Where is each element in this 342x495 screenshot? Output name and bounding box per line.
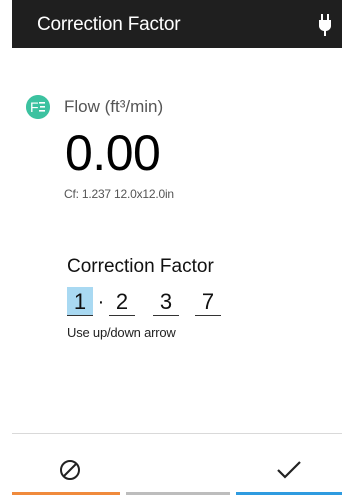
confirm-button[interactable]: [236, 434, 342, 495]
flow-label: Flow (ft³/min): [64, 97, 164, 116]
digit-4[interactable]: 7: [195, 287, 221, 316]
checkmark-icon: [277, 461, 301, 479]
correction-factor-title: Correction Factor: [67, 256, 214, 277]
correction-factor-info: Cf: 1.237 12.0x12.0in: [64, 187, 174, 201]
cancel-icon: [60, 460, 80, 480]
digit-1-selected[interactable]: 1: [67, 287, 93, 316]
correction-factor-screen: Correction Factor F Flow (ft³/min) 0.00 …: [0, 0, 342, 495]
left-margin: [0, 48, 12, 495]
flow-value: 0.00: [65, 125, 161, 181]
flow-icon: F: [26, 95, 50, 119]
decimal-separator: ·: [97, 291, 105, 313]
flow-icon-letter: F: [30, 99, 39, 115]
digit-3[interactable]: 3: [153, 287, 179, 316]
header-bar: Correction Factor: [12, 0, 342, 48]
middle-softkey[interactable]: [126, 434, 232, 495]
plug-icon: [319, 14, 331, 36]
cancel-button[interactable]: [12, 434, 122, 495]
digit-2[interactable]: 2: [109, 287, 135, 316]
correction-factor-digits[interactable]: 1 · 2 3 7: [67, 287, 227, 319]
hint-text: Use up/down arrow: [67, 325, 176, 340]
page-title: Correction Factor: [37, 14, 181, 35]
